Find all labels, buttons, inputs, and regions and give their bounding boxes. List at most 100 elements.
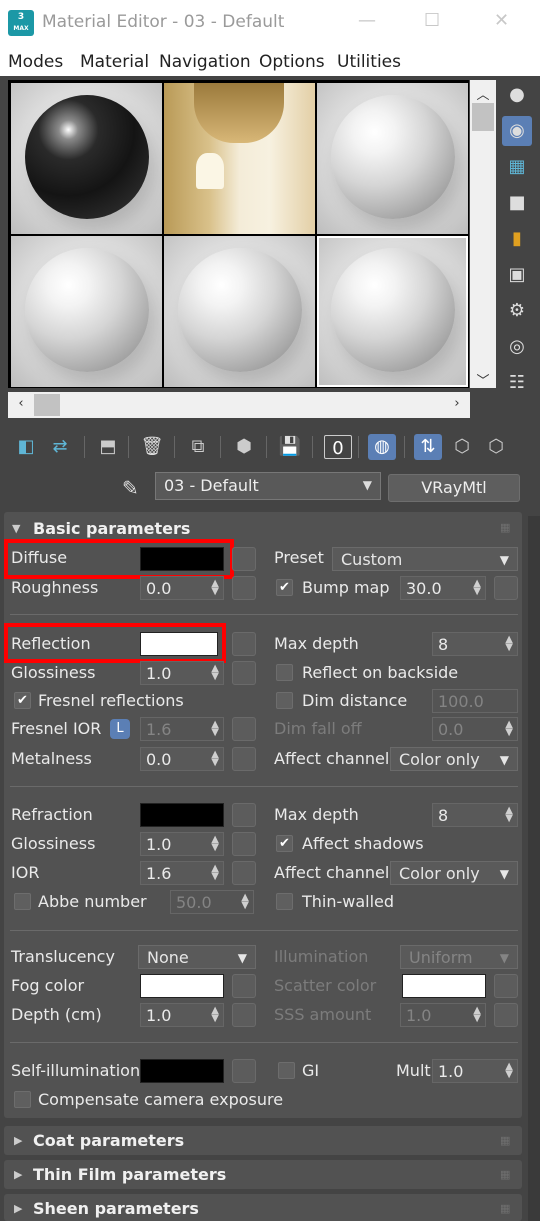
scroll-left-icon[interactable]: ‹ <box>8 396 34 411</box>
material-name-dropdown[interactable]: 03 - Default ▼ <box>155 472 381 500</box>
panel-scrollbar[interactable] <box>528 516 540 1221</box>
rollout-title[interactable]: Thin Film parameters <box>33 1165 226 1184</box>
menu-utilities[interactable]: Utilities <box>337 52 401 72</box>
abbe-checkbox[interactable] <box>14 893 31 910</box>
uv-tiling-icon[interactable]: ■ <box>502 188 532 218</box>
max-depth-spinner[interactable]: 8 ▲ ▼ <box>432 632 518 656</box>
spinner-arrows-icon[interactable]: ▲ ▼ <box>505 806 513 824</box>
sample-slot[interactable] <box>164 83 315 234</box>
reflect-backside-checkbox[interactable] <box>276 664 293 681</box>
save-to-library-icon[interactable]: 💾 <box>276 434 304 460</box>
refraction-swatch[interactable] <box>140 803 224 827</box>
maximize-icon[interactable]: ☐ <box>424 10 440 31</box>
translucency-dropdown[interactable]: None ▼ <box>138 945 256 969</box>
ior-spinner[interactable]: 1.6 ▲ ▼ <box>140 861 224 885</box>
material-id-icon[interactable]: ⬢ <box>230 434 258 460</box>
affect-channels-dropdown[interactable]: Color only ▼ <box>390 747 518 771</box>
material-effects-channel-icon[interactable]: 0 <box>324 435 352 459</box>
fog-color-swatch[interactable] <box>140 974 224 998</box>
sample-slot-selected[interactable] <box>317 236 468 387</box>
refr-affect-channels-dropdown[interactable]: Color only ▼ <box>390 861 518 885</box>
pick-material-icon[interactable]: ⬡ <box>482 434 510 460</box>
self-illumination-map-button[interactable] <box>232 1059 256 1083</box>
fresnel-checkbox[interactable]: ✔ <box>14 692 31 709</box>
slots-horizontal-scrollbar[interactable] <box>8 392 470 418</box>
refr-glossiness-spinner[interactable]: 1.0 ▲ ▼ <box>140 832 224 856</box>
refraction-map-button[interactable] <box>232 803 256 827</box>
glossiness-spinner[interactable]: 1.0 ▲ ▼ <box>140 661 224 685</box>
compensate-camera-checkbox[interactable] <box>14 1091 31 1108</box>
roughness-map-button[interactable] <box>232 576 256 600</box>
spinner-arrows-icon[interactable]: ▲ ▼ <box>505 1062 513 1080</box>
rollout-title[interactable]: Sheen parameters <box>33 1199 199 1218</box>
select-by-material-icon[interactable]: ◎ <box>502 332 532 362</box>
sample-slot[interactable] <box>164 236 315 387</box>
depth-map-button[interactable] <box>232 1003 256 1027</box>
go-to-parent-icon[interactable]: ⇅ <box>414 434 442 460</box>
menu-options[interactable]: Options <box>259 52 325 72</box>
rollout-grip-icon[interactable]: ▦ <box>500 521 510 534</box>
fog-color-map-button[interactable] <box>232 974 256 998</box>
show-shaded-material-icon[interactable]: ◍ <box>368 434 396 460</box>
rollout-grip-icon[interactable]: ▦ <box>500 1134 510 1147</box>
rollout-title[interactable]: Coat parameters <box>33 1131 184 1150</box>
metalness-map-button[interactable] <box>232 747 256 771</box>
mult-spinner[interactable]: 1.0 ▲ ▼ <box>432 1059 518 1083</box>
depth-spinner[interactable]: 1.0 ▲ ▼ <box>140 1003 224 1027</box>
fresnel-ior-lock-button[interactable]: L <box>110 719 130 739</box>
spinner-arrows-icon[interactable]: ▲ ▼ <box>211 664 219 682</box>
make-preview-icon[interactable]: ▣ <box>502 260 532 290</box>
go-forward-sibling-icon[interactable]: ⬡ <box>448 434 476 460</box>
affect-shadows-checkbox[interactable]: ✔ <box>276 835 293 852</box>
sample-slot[interactable] <box>11 83 162 234</box>
glossiness-map-button[interactable] <box>232 661 256 685</box>
scatter-color-swatch[interactable] <box>402 974 486 998</box>
assign-to-selection-icon[interactable]: ⬒ <box>94 434 122 460</box>
spinner-arrows-icon[interactable]: ▲ ▼ <box>211 750 219 768</box>
scroll-up-icon[interactable]: ︿ <box>470 84 496 103</box>
fresnel-ior-map-button[interactable] <box>232 717 256 741</box>
collapse-triangle-icon[interactable]: ▼ <box>12 522 20 535</box>
thin-walled-checkbox[interactable] <box>276 893 293 910</box>
expand-triangle-icon[interactable]: ▶ <box>14 1168 22 1181</box>
put-to-scene-icon[interactable]: ⇄ <box>46 434 74 460</box>
bump-map-spinner[interactable]: 30.0 ▲ ▼ <box>400 576 486 600</box>
spinner-arrows-icon[interactable]: ▲ ▼ <box>473 579 481 597</box>
reflection-swatch[interactable] <box>140 632 218 656</box>
ior-map-button[interactable] <box>232 861 256 885</box>
make-unique-icon[interactable]: ⧉ <box>184 434 212 460</box>
gi-checkbox[interactable] <box>278 1062 295 1079</box>
diffuse-swatch[interactable] <box>140 547 224 571</box>
diffuse-map-button[interactable] <box>232 547 256 571</box>
bump-map-button[interactable] <box>494 576 518 600</box>
reflection-map-button[interactable] <box>232 632 256 656</box>
options-icon[interactable]: ⚙ <box>502 296 532 326</box>
roughness-spinner[interactable]: 0.0 ▲ ▼ <box>140 576 224 600</box>
backlight-icon[interactable]: ◉ <box>502 116 532 146</box>
menu-material[interactable]: Material <box>80 52 149 72</box>
material-type-button[interactable]: VRayMtl <box>388 474 520 502</box>
refr-glossiness-map-button[interactable] <box>232 832 256 856</box>
get-material-icon[interactable]: ◧ <box>12 434 40 460</box>
sample-slot[interactable] <box>317 83 468 234</box>
video-color-check-icon[interactable]: ▮ <box>502 224 532 254</box>
scroll-thumb[interactable] <box>472 103 494 131</box>
scroll-thumb[interactable] <box>34 394 60 416</box>
metalness-spinner[interactable]: 0.0 ▲ ▼ <box>140 747 224 771</box>
spinner-arrows-icon[interactable]: ▲ ▼ <box>211 1006 219 1024</box>
rollout-grip-icon[interactable]: ▦ <box>500 1202 510 1215</box>
sample-type-icon[interactable]: ● <box>502 80 532 110</box>
preset-dropdown[interactable]: Custom ▼ <box>332 547 518 571</box>
rollout-title[interactable]: Basic parameters <box>33 519 190 538</box>
spinner-arrows-icon[interactable]: ▲ ▼ <box>505 635 513 653</box>
spinner-arrows-icon[interactable]: ▲ ▼ <box>211 579 219 597</box>
close-icon[interactable]: ✕ <box>494 10 509 31</box>
eyedropper-icon[interactable]: ✎ <box>122 476 139 500</box>
minimize-icon[interactable]: — <box>358 10 376 31</box>
delete-icon[interactable]: 🗑 <box>138 434 166 460</box>
sss-amount-map-button[interactable] <box>494 1003 518 1027</box>
menu-navigation[interactable]: Navigation <box>159 52 251 72</box>
scroll-right-icon[interactable]: › <box>444 396 470 411</box>
spinner-arrows-icon[interactable]: ▲ ▼ <box>211 864 219 882</box>
expand-triangle-icon[interactable]: ▶ <box>14 1202 22 1215</box>
